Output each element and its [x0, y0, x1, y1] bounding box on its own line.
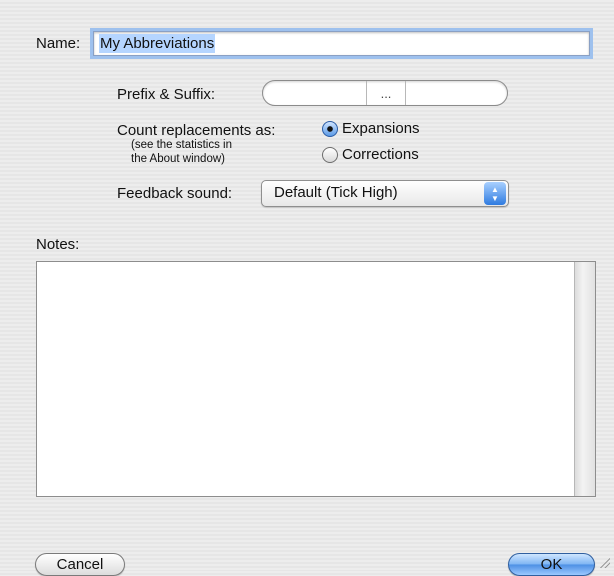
prefix-input[interactable] [263, 81, 367, 105]
radio-expansions[interactable]: Expansions [322, 120, 420, 137]
feedback-sound-label: Feedback sound: [117, 185, 233, 202]
name-field-value: My Abbreviations [99, 34, 216, 53]
count-note-line1: (see the statistics in [131, 139, 232, 151]
notes-text [37, 262, 595, 270]
name-field[interactable]: My Abbreviations [93, 31, 590, 56]
cancel-button[interactable]: Cancel [35, 553, 125, 576]
count-note-line2: the About window) [131, 153, 225, 165]
suffix-input[interactable] [406, 81, 507, 105]
prefix-suffix-label: Prefix & Suffix: [117, 86, 216, 103]
notes-label: Notes: [36, 236, 80, 253]
updown-arrows-icon: ▲ ▼ [484, 182, 506, 205]
notes-scrollbar[interactable] [574, 262, 595, 496]
feedback-sound-popup[interactable]: Default (Tick High) ▲ ▼ [261, 180, 509, 207]
name-label: Name: [36, 35, 81, 52]
ellipsis-button[interactable]: ... [367, 81, 406, 105]
radio-expansions-label: Expansions [342, 120, 420, 137]
count-replacements-label: Count replacements as: [117, 122, 276, 139]
feedback-sound-value: Default (Tick High) [274, 184, 398, 201]
radio-corrections[interactable]: Corrections [322, 146, 419, 163]
radio-expansions-button[interactable] [322, 120, 338, 137]
ok-button[interactable]: OK [508, 553, 595, 576]
notes-textarea[interactable] [36, 261, 596, 497]
resize-grip-icon[interactable] [600, 558, 610, 568]
radio-corrections-button[interactable] [322, 146, 338, 163]
prefix-suffix-field: ... [262, 80, 508, 106]
radio-corrections-label: Corrections [342, 146, 419, 163]
